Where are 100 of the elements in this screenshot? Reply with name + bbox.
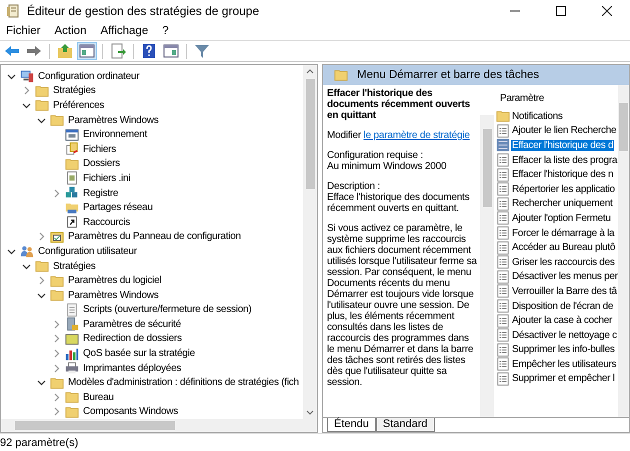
scrollbar-thumb[interactable] xyxy=(15,421,175,430)
tree-item[interactable]: Configuration utilisateur xyxy=(37,246,138,257)
list-item[interactable]: Effacer la liste des progra xyxy=(511,154,618,166)
tree-item[interactable]: Imprimantes déployées xyxy=(82,362,182,374)
chevron-down-icon[interactable] xyxy=(22,262,30,271)
menu-item[interactable]: Fichier xyxy=(6,25,41,37)
computer-icon xyxy=(20,69,34,84)
list-item[interactable]: Accéder au Bureau plutô xyxy=(511,242,616,254)
list-item[interactable]: Désactiver le nettoyage c xyxy=(511,330,618,341)
list-item[interactable]: Disposition de l'écran de xyxy=(511,300,614,312)
forward-arrow-icon[interactable] xyxy=(26,43,42,59)
tree-item[interactable]: Redirection de dossiers xyxy=(82,333,183,344)
description-text: Configuration requise : xyxy=(327,150,424,161)
scrollbar[interactable] xyxy=(618,85,629,417)
column-header[interactable]: Paramètre xyxy=(496,89,618,109)
folder-icon xyxy=(35,259,49,274)
menu-item[interactable]: Affichage xyxy=(100,25,148,37)
chevron-down-icon[interactable] xyxy=(6,72,16,81)
folder-up-icon[interactable] xyxy=(57,43,73,59)
list-item[interactable]: Supprimer et empêcher l xyxy=(511,373,616,384)
chevron-right-icon[interactable] xyxy=(36,232,46,242)
pane-icon[interactable] xyxy=(79,43,95,59)
chevron-right-icon[interactable] xyxy=(52,349,60,358)
cubes-icon xyxy=(65,186,79,200)
export-list-icon[interactable] xyxy=(110,43,126,59)
chevron-down-icon[interactable] xyxy=(36,290,46,300)
chevron-right-icon[interactable] xyxy=(52,188,60,198)
menu-item[interactable]: ? xyxy=(162,25,169,37)
list-item[interactable]: Effacer l'historique des n xyxy=(511,169,614,180)
window-title: Éditeur de gestion des stratégies de groupe xyxy=(27,4,260,18)
list-item[interactable]: Désactiver les menus per xyxy=(511,271,618,282)
tree-item[interactable]: Scripts (ouverture/fermeture de session) xyxy=(82,304,252,316)
tree-item[interactable]: Raccourcis xyxy=(82,216,131,228)
tree-item[interactable]: Partages réseau xyxy=(82,202,154,214)
tree-item[interactable]: Configuration ordinateur xyxy=(37,70,140,82)
tree-item[interactable]: Paramètres du logiciel xyxy=(67,275,162,286)
pane-icon[interactable] xyxy=(163,43,179,59)
help-icon[interactable] xyxy=(141,43,157,59)
chevron-down-icon[interactable] xyxy=(22,100,30,110)
policy-link[interactable]: le paramètre de stratégie xyxy=(364,130,470,141)
tree-item[interactable]: Paramètres Windows xyxy=(67,114,160,126)
folder-icon xyxy=(50,376,64,390)
scrollbar[interactable] xyxy=(480,115,494,417)
tree-item[interactable]: Stratégies xyxy=(52,85,97,96)
list-item[interactable]: Effacer l'historique des d xyxy=(511,140,614,151)
chevron-down-icon[interactable] xyxy=(6,246,16,256)
tree-item[interactable]: Dossiers xyxy=(82,158,121,170)
list-item[interactable]: Répertorier les applicatio xyxy=(511,184,616,195)
files-icon xyxy=(65,142,79,156)
tree-item[interactable]: Paramètres Windows xyxy=(67,290,160,301)
scrollbar[interactable] xyxy=(303,65,317,419)
chevron-right-icon[interactable] xyxy=(52,407,60,416)
list-item[interactable]: Griser les raccourcis des xyxy=(511,256,616,268)
close-icon[interactable] xyxy=(602,6,612,16)
shortcut-icon xyxy=(65,215,79,230)
scrollbar-thumb[interactable] xyxy=(482,129,492,207)
tree-item[interactable]: Bureau xyxy=(82,392,115,403)
scrollbar[interactable] xyxy=(1,419,317,432)
tab[interactable]: Standard xyxy=(376,418,435,432)
list-item[interactable]: Rechercher uniquement xyxy=(511,198,614,210)
list-item[interactable]: Empêcher les utilisateurs xyxy=(511,358,618,370)
tab[interactable]: Étendu xyxy=(327,418,376,432)
chevron-right-icon[interactable] xyxy=(52,364,60,373)
scrollbar-thumb[interactable] xyxy=(619,103,628,151)
back-arrow-icon[interactable] xyxy=(4,43,20,59)
script-icon xyxy=(65,302,79,317)
tree-item[interactable]: Paramètres du Panneau de configuration xyxy=(67,231,242,242)
tree-item[interactable]: Composants Windows xyxy=(82,406,179,418)
tree-item[interactable]: QoS basée sur la stratégie xyxy=(82,348,196,360)
setting-icon xyxy=(496,255,510,270)
tree-item[interactable]: Stratégies xyxy=(52,260,97,272)
menu-item[interactable]: Action xyxy=(54,25,86,37)
list-item[interactable]: Ajouter l'option Fermetu xyxy=(511,212,612,224)
chevron-right-icon[interactable] xyxy=(52,334,60,344)
list-item[interactable]: Supprimer les info-bulles xyxy=(511,344,616,356)
setting-icon xyxy=(496,168,510,182)
setting-icon xyxy=(496,328,510,342)
tree-item[interactable]: Fichiers xyxy=(82,144,118,155)
chevron-down-icon[interactable] xyxy=(36,378,46,388)
chevron-right-icon[interactable] xyxy=(36,276,46,286)
list-item[interactable]: Notifications xyxy=(511,110,564,122)
chevron-down-icon[interactable] xyxy=(36,116,46,125)
list-item[interactable]: Verrouiller la Barre des tâ xyxy=(511,286,618,297)
list-item[interactable]: Ajouter le lien Recherche xyxy=(511,125,618,136)
tree-item[interactable]: Modèles d'administration : définitions de stratégies (fich xyxy=(67,377,300,388)
tree-item[interactable]: Environnement xyxy=(82,129,148,140)
tree-item[interactable]: Préférences xyxy=(52,100,106,111)
chevron-right-icon[interactable] xyxy=(52,320,60,329)
list-item[interactable]: Ajouter la case à cocher xyxy=(511,315,614,326)
chevron-right-icon[interactable] xyxy=(52,392,60,402)
tree-item[interactable]: Registre xyxy=(82,188,120,199)
maximize-icon[interactable] xyxy=(556,6,566,16)
tree-item[interactable]: Paramètres de sécurité xyxy=(82,318,182,330)
list-item[interactable]: Forcer le démarrage à la xyxy=(511,228,616,239)
chevron-right-icon[interactable] xyxy=(22,86,30,96)
scrollbar-thumb[interactable] xyxy=(306,79,314,189)
scroll-down-icon[interactable] xyxy=(306,408,314,416)
tree-item[interactable]: Fichiers .ini xyxy=(82,172,132,184)
filter-icon[interactable] xyxy=(194,43,210,59)
scroll-up-icon[interactable] xyxy=(306,68,314,76)
